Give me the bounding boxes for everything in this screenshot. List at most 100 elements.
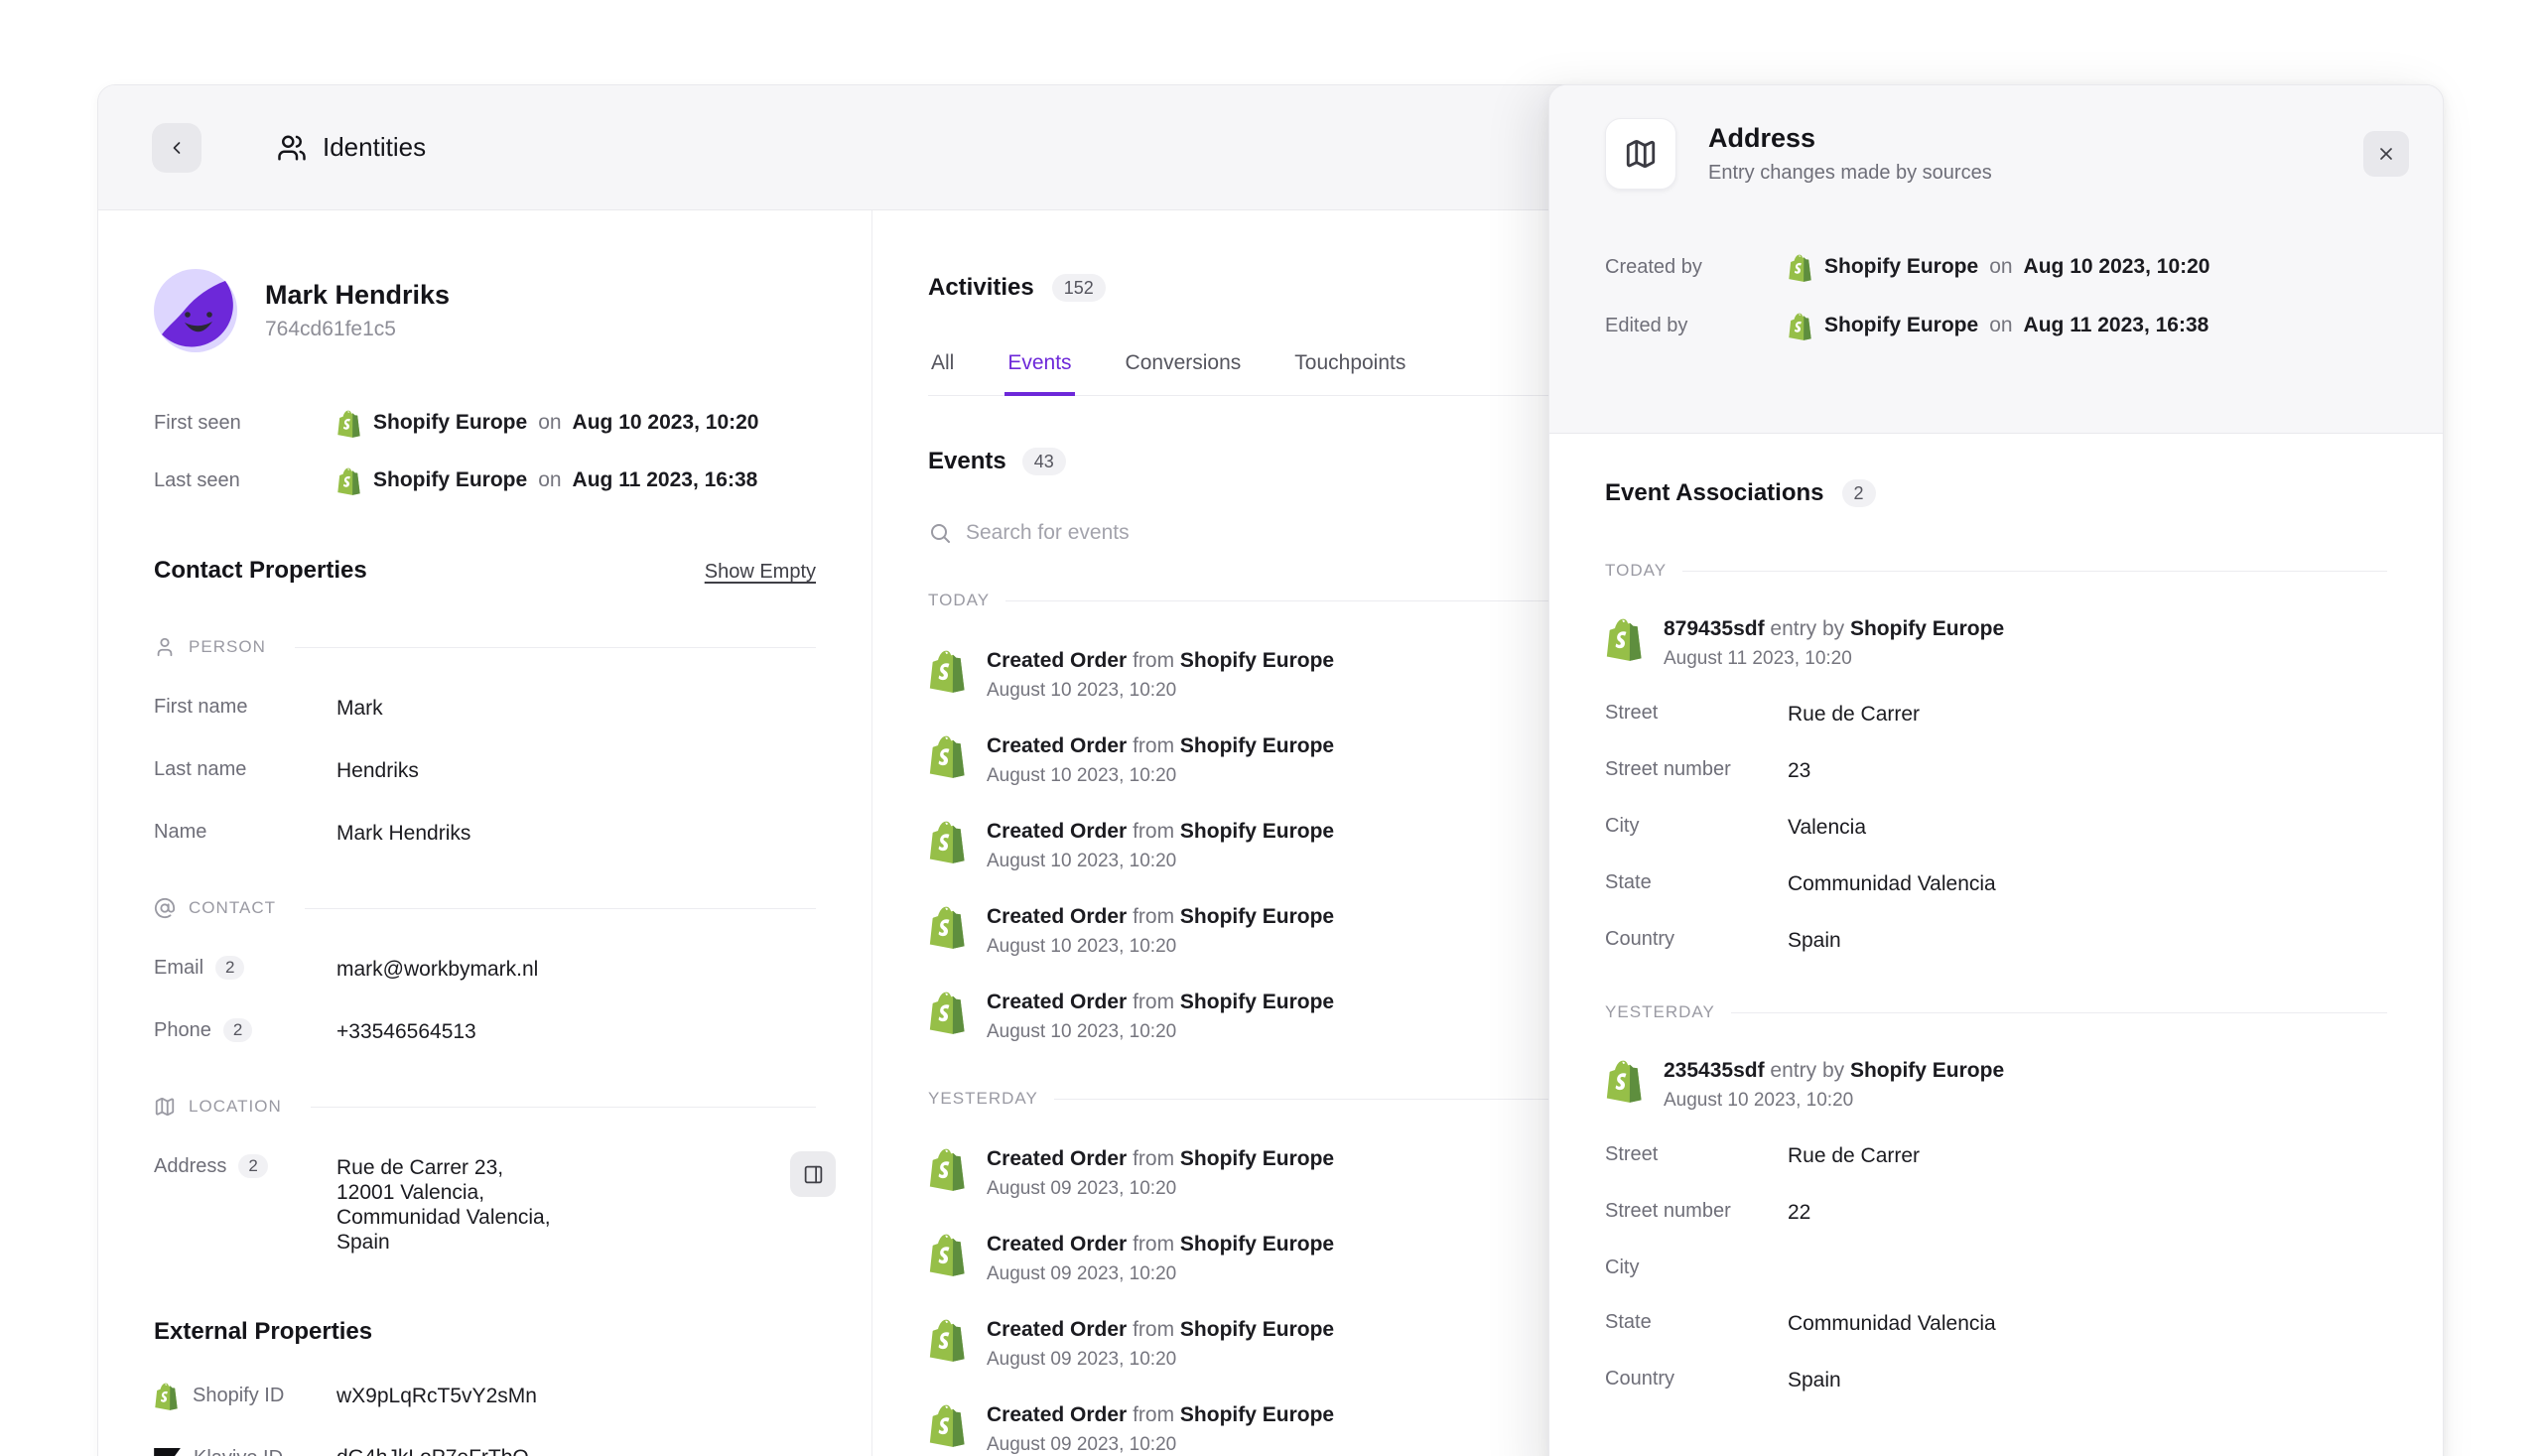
property-row: Name Mark Hendriks — [154, 821, 816, 846]
address-value: Rue de Carrer 23, 12001 Valencia, Commun… — [336, 1155, 551, 1255]
event-date: August 10 2023, 10:20 — [987, 936, 1334, 958]
at-sign-icon — [154, 897, 176, 919]
event-date: August 09 2023, 10:20 — [987, 1349, 1334, 1371]
shopify-icon — [928, 1317, 968, 1362]
shopify-icon — [1605, 616, 1645, 661]
divider — [1682, 571, 2387, 572]
tab-events[interactable]: Events — [1004, 351, 1074, 396]
address-panel: Address Entry changes made by sources Cr… — [1548, 84, 2444, 1456]
phone-value: +33546564513 — [336, 1019, 476, 1044]
shopify-icon — [928, 648, 968, 693]
association-field-row: Country Spain — [1605, 928, 2387, 953]
klaviyo-icon — [154, 1448, 181, 1456]
association-entry[interactable]: 879435sdf entry by Shopify Europe August… — [1605, 616, 2387, 670]
contact-section: CONTACT Email2 mark@workbymark.nl Phone2… — [154, 897, 816, 1044]
tab-conversions[interactable]: Conversions — [1123, 351, 1245, 396]
klaviyo-id-value: dG4hJkLoP7eFrTbQ — [336, 1446, 529, 1456]
close-panel-button[interactable] — [2363, 131, 2409, 177]
external-properties-title: External Properties — [154, 1318, 816, 1346]
event-date: August 09 2023, 10:20 — [987, 1434, 1334, 1456]
property-row: Email2 mark@workbymark.nl — [154, 957, 816, 982]
created-by-row: Created by Shopify Europe on Aug 10 2023… — [1605, 253, 2409, 281]
last-seen-label: Last seen — [154, 469, 336, 492]
divider — [311, 1107, 816, 1108]
event-title: Created Order from Shopify Europe — [987, 819, 1334, 845]
property-row: Last name Hendriks — [154, 758, 816, 783]
tab-all[interactable]: All — [928, 351, 957, 396]
association-entry-title: 879435sdf entry by Shopify Europe — [1664, 616, 2004, 642]
shopify-icon — [1788, 253, 1813, 282]
first-seen-label: First seen — [154, 412, 336, 435]
search-icon — [928, 521, 952, 545]
association-field-row: Street number 23 — [1605, 758, 2387, 783]
association-field-row: City — [1605, 1257, 2387, 1279]
shopify-icon — [928, 1402, 968, 1447]
panel-right-icon — [803, 1164, 824, 1185]
external-property-row: Klaviyo ID dG4hJkLoP7eFrTbQ — [154, 1446, 816, 1456]
search-input[interactable] — [966, 521, 1393, 545]
association-field-row: Street Rue de Carrer — [1605, 1143, 2387, 1168]
external-property-row: Shopify ID wX9pLqRcT5vY2sMn — [154, 1382, 816, 1410]
event-date: August 09 2023, 10:20 — [987, 1178, 1334, 1200]
divider — [1731, 1012, 2387, 1013]
events-count-badge: 43 — [1022, 448, 1066, 475]
open-address-panel-button[interactable] — [790, 1151, 836, 1197]
property-row: Phone2 +33546564513 — [154, 1019, 816, 1044]
event-title: Created Order from Shopify Europe — [987, 1232, 1334, 1257]
divider — [295, 647, 816, 648]
tab-touchpoints[interactable]: Touchpoints — [1291, 351, 1408, 396]
event-title: Created Order from Shopify Europe — [987, 1146, 1334, 1172]
back-button[interactable] — [152, 123, 201, 173]
person-section-header: PERSON — [154, 636, 816, 658]
property-row: First name Mark — [154, 696, 816, 721]
count-badge: 2 — [223, 1018, 252, 1042]
event-date: August 10 2023, 10:20 — [987, 680, 1334, 702]
last-seen-row: Last seen Shopify Europe on Aug 11 2023,… — [154, 465, 816, 495]
activities-count-badge: 152 — [1052, 274, 1106, 302]
event-associations-section: Event Associations 2 TODAY 879435sdf ent… — [1549, 434, 2443, 1392]
shopify-icon — [154, 1382, 180, 1410]
event-associations-count-badge: 2 — [1842, 479, 1876, 507]
association-entry-date: August 11 2023, 10:20 — [1664, 648, 2004, 670]
map-icon — [154, 1096, 176, 1118]
close-icon — [2376, 144, 2396, 164]
email-value: mark@workbymark.nl — [336, 957, 538, 982]
shopify-icon — [336, 409, 362, 438]
association-group: TODAY 879435sdf entry by Shopify Europe … — [1605, 561, 2387, 953]
shopify-icon — [928, 1146, 968, 1191]
event-title: Created Order from Shopify Europe — [987, 1317, 1334, 1343]
count-badge: 2 — [215, 956, 244, 980]
activities-title: Activities — [928, 274, 1034, 302]
edited-by-row: Edited by Shopify Europe on Aug 11 2023,… — [1605, 312, 2409, 339]
shopify-icon — [928, 733, 968, 778]
event-date: August 09 2023, 10:20 — [987, 1263, 1334, 1285]
events-title: Events — [928, 448, 1006, 475]
event-date: August 10 2023, 10:20 — [987, 1021, 1334, 1043]
users-icon — [277, 133, 307, 163]
map-icon — [1624, 137, 1658, 171]
association-entry[interactable]: 235435sdf entry by Shopify Europe August… — [1605, 1058, 2387, 1112]
association-entry-date: August 10 2023, 10:20 — [1664, 1090, 2004, 1112]
event-title: Created Order from Shopify Europe — [987, 904, 1334, 930]
last-seen-source: Shopify Europe — [373, 468, 527, 492]
shopify-icon — [336, 466, 362, 495]
first-seen-date: Aug 10 2023, 10:20 — [573, 411, 759, 435]
association-group-header: TODAY — [1605, 561, 2387, 581]
shopify-id-value: wX9pLqRcT5vY2sMn — [336, 1385, 537, 1408]
last-seen-date: Aug 11 2023, 16:38 — [573, 468, 758, 492]
association-field-row: Street Rue de Carrer — [1605, 702, 2387, 727]
show-empty-link[interactable]: Show Empty — [705, 561, 816, 584]
count-badge: 2 — [238, 1154, 267, 1178]
profile-panel: Mark Hendriks 764cd61fe1c5 First seen Sh… — [98, 210, 872, 1456]
association-entry-title: 235435sdf entry by Shopify Europe — [1664, 1058, 2004, 1084]
person-section: PERSON First name Mark Last name Hendrik… — [154, 636, 816, 846]
first-seen-source: Shopify Europe — [373, 411, 527, 435]
association-group-header: YESTERDAY — [1605, 1002, 2387, 1022]
event-title: Created Order from Shopify Europe — [987, 648, 1334, 674]
shopify-icon — [928, 904, 968, 949]
panel-subtitle: Entry changes made by sources — [1708, 162, 1992, 185]
event-date: August 10 2023, 10:20 — [987, 851, 1334, 872]
shopify-icon — [1605, 1058, 1645, 1103]
contact-section-header: CONTACT — [154, 897, 816, 919]
group-label: TODAY — [928, 591, 990, 610]
